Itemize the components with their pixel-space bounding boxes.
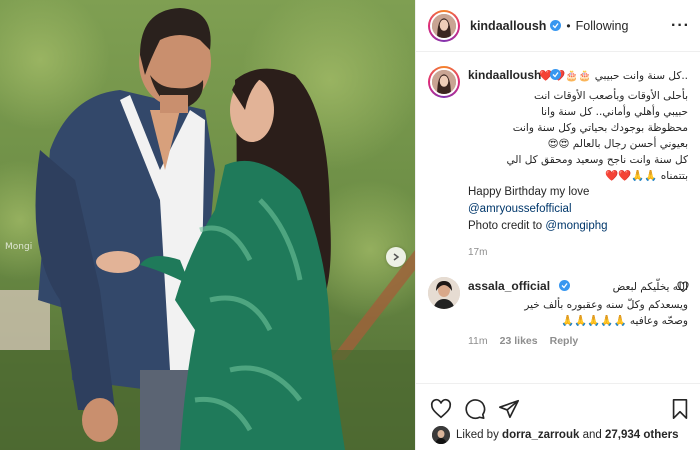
post-header: kindaalloush • Following ··· [416, 0, 700, 52]
mention-link[interactable]: @mongiphg [545, 220, 607, 232]
comment-line: وصحّه وعافيه 🙏🙏🙏🙏🙏 [561, 315, 688, 327]
verified-badge-icon [550, 20, 562, 31]
comment-likes[interactable]: 23 likes [500, 335, 538, 347]
comment-meta: 11m 23 likes Reply [468, 335, 688, 347]
header-username[interactable]: kindaalloush [470, 19, 546, 33]
photo-credit: Photo credit to @mongiphg [468, 218, 688, 235]
comment-body: assala_official الله يخلّيكم لبعض ويسعدك… [468, 277, 688, 347]
photo-watermark: Mongi [5, 242, 33, 252]
caption-line: بعيوني أحسن رجال بالعالم 😍😍 [547, 138, 688, 150]
share-paper-plane-icon[interactable] [498, 398, 520, 420]
following-button[interactable]: Following [576, 19, 629, 33]
photo-credit-prefix: Photo credit to [468, 220, 546, 232]
verified-badge-icon [549, 69, 561, 80]
more-options-icon[interactable]: ··· [671, 17, 690, 35]
comment-bubble-icon[interactable] [464, 398, 486, 420]
caption-timestamp: 17m [468, 247, 488, 258]
separator-dot: • [566, 18, 571, 33]
save-bookmark-icon[interactable] [669, 398, 691, 420]
commenter-avatar-image [428, 277, 460, 309]
caption-body: kindaalloush ..كل سنة وانت حبيبي 🎂🎂❤️❤️ … [468, 66, 688, 258]
caption-line: حبيبي وأهلي وأماني.. كل سنة وانا [540, 106, 688, 118]
like-comment-heart-icon[interactable] [677, 281, 689, 293]
chevron-right-icon [393, 253, 400, 261]
like-heart-icon[interactable] [430, 398, 452, 420]
caption-line: كل سنة وانت ناجح وسعيد ومحقق كل الي [506, 154, 689, 166]
author-avatar-image [432, 70, 456, 94]
liked-by: Liked by dorra_zarrouk and 27,934 others [416, 424, 700, 444]
comments-section[interactable]: kindaalloush ..كل سنة وانت حبيبي 🎂🎂❤️❤️ … [416, 66, 700, 383]
comment-line: ويسعدكم وكلّ سنه وعقبوره بألف خير [524, 299, 688, 311]
liked-by-middle: and [579, 429, 605, 441]
mention-link[interactable]: @amryoussefofficial [468, 201, 688, 218]
caption-line: بتتمناه 🙏🙏❤️❤️ [605, 170, 688, 182]
action-icons [416, 384, 700, 424]
couple-photo-illustration [0, 0, 415, 450]
commenter-avatar[interactable] [428, 277, 460, 309]
post-actions-bar: Liked by dorra_zarrouk and 27,934 others [416, 383, 700, 450]
author-avatar-image [432, 13, 456, 38]
next-photo-button[interactable] [386, 247, 406, 267]
liker-avatar[interactable] [432, 426, 450, 444]
comment-item: assala_official الله يخلّيكم لبعض ويسعدك… [428, 277, 689, 347]
liker-avatar-image [432, 426, 450, 444]
caption-author-avatar[interactable] [428, 66, 460, 98]
post-side-panel: kindaalloush • Following ··· kindaallous… [415, 0, 700, 450]
liked-by-prefix: Liked by [456, 429, 499, 441]
reply-button[interactable]: Reply [550, 335, 579, 347]
liker-username[interactable]: dorra_zarrouk [502, 429, 579, 441]
caption-english: Happy Birthday my love [468, 186, 590, 198]
commenter-username[interactable]: assala_official [468, 279, 550, 293]
caption-line: محظوظة بوجودك بحياتي وكل سنة وانت [512, 122, 688, 134]
author-avatar[interactable] [428, 9, 460, 42]
caption-line: بأحلى الأوقات وبأصعب الأوقات انت [534, 90, 688, 102]
comment-timestamp: 11m [468, 335, 488, 347]
verified-badge-icon [558, 280, 570, 291]
post-photo[interactable]: Mongi [0, 0, 415, 450]
caption-username[interactable]: kindaalloush [468, 68, 541, 82]
caption: kindaalloush ..كل سنة وانت حبيبي 🎂🎂❤️❤️ … [428, 66, 689, 258]
likes-count[interactable]: 27,934 others [605, 429, 679, 441]
